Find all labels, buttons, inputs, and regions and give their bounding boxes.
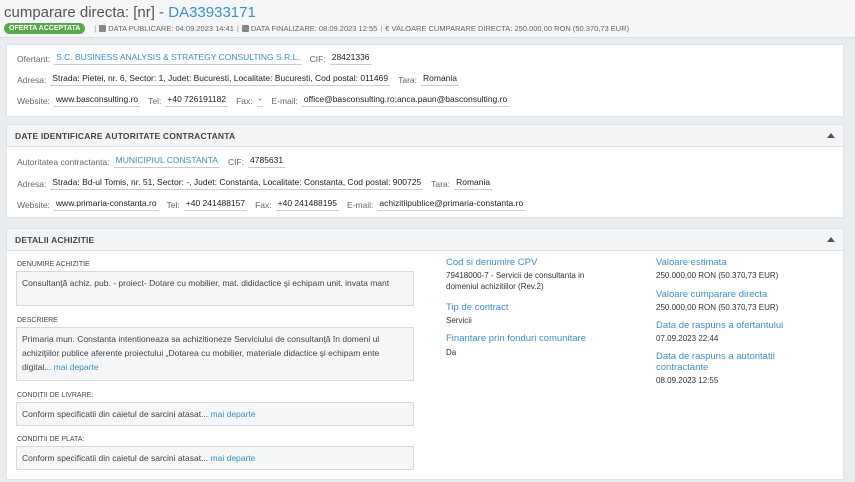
adresa-label: Adresa: bbox=[17, 178, 47, 189]
email-value: office@basconsulting.ro;anca.paun@bascon… bbox=[301, 94, 510, 107]
valoare-estimata-value: 250.000,00 RON (50.370,73 EUR) bbox=[656, 271, 779, 280]
raspuns-ofertant-value: 07.09.2023 22:44 bbox=[656, 334, 719, 343]
authority-row: Autoritatea contractanta: MUNICIPIUL CON… bbox=[17, 155, 293, 168]
fax-value: - bbox=[256, 94, 264, 107]
tel-value: +40 726191182 bbox=[165, 94, 229, 107]
tip-contract-label: Tip de contract bbox=[446, 302, 509, 313]
livrare-box: Conform specificatii din caietul de sarc… bbox=[16, 402, 414, 426]
denumire-value: Consultanţă achiz. pub. - proiect- Dotar… bbox=[22, 278, 390, 288]
final-date-label: DATA FINALIZARE: bbox=[250, 24, 317, 33]
website-label: Website: bbox=[17, 95, 50, 106]
ofertant-label: Ofertant: bbox=[17, 53, 51, 64]
offerer-contact-row: Website: www.basconsulting.ro Tel: +40 7… bbox=[17, 94, 517, 107]
plata-label: CONDITII DE PLATA: bbox=[17, 436, 85, 443]
adresa-value: Strada: Bd-ul Tomis, nr. 51, Sector: -, … bbox=[50, 177, 424, 190]
denumire-label: DENUMIRE ACHIZITIE bbox=[17, 261, 90, 268]
details-panel: DETALII ACHIZITIE DENUMIRE ACHIZITIE Con… bbox=[6, 228, 844, 480]
chevron-up-icon[interactable] bbox=[827, 133, 835, 138]
livrare-label: CONDITII DE LIVRARE: bbox=[17, 392, 94, 399]
valoare-estimata-label: Valoare estimata bbox=[656, 257, 727, 268]
fonduri-label: Finantare prin fonduri comunitare bbox=[446, 333, 586, 344]
autoritate-label: Autoritatea contractanta: bbox=[17, 156, 110, 167]
offerer-panel: Ofertant: S.C. BUSINESS ANALYSIS & STRAT… bbox=[6, 44, 844, 117]
cpv-label: Cod si denumire CPV bbox=[446, 257, 538, 268]
authority-address-row: Adresa: Strada: Bd-ul Tomis, nr. 51, Sec… bbox=[17, 177, 500, 190]
authority-section-title: DATE IDENTIFICARE AUTORITATE CONTRACTANT… bbox=[15, 130, 236, 141]
procedure-id-link[interactable]: DA33933171 bbox=[168, 4, 256, 21]
plata-box: Conform specificatii din caietul de sarc… bbox=[16, 446, 414, 470]
tel-label: Tel: bbox=[148, 95, 162, 106]
plata-value: Conform specificatii din caietul de sarc… bbox=[22, 453, 209, 463]
offerer-address-row: Adresa: Strada: Pietei, nr. 6, Sector: 1… bbox=[17, 73, 467, 86]
meta-separator: | bbox=[94, 24, 97, 33]
adresa-value: Strada: Pietei, nr. 6, Sector: 1, Judet:… bbox=[50, 73, 391, 86]
cif-value: 4785631 bbox=[248, 155, 286, 168]
publish-date-label: DATA PUBLICARE: bbox=[108, 24, 174, 33]
raspuns-autoritate-value: 08.09.2023 12:55 bbox=[656, 376, 719, 385]
tara-label: Tara: bbox=[431, 178, 451, 189]
denumire-box: Consultanţă achiz. pub. - proiect- Dotar… bbox=[16, 271, 414, 306]
final-date-value: 08.09.2023 12:55 bbox=[318, 24, 378, 33]
raspuns-autoritate-label: Data de raspuns a autoritatii contractan… bbox=[656, 351, 775, 373]
authority-panel: DATE IDENTIFICARE AUTORITATE CONTRACTANT… bbox=[6, 124, 844, 218]
livrare-more-link[interactable]: mai departe bbox=[211, 409, 256, 419]
meta-separator: | bbox=[236, 24, 239, 33]
tara-value: Romania bbox=[421, 73, 460, 86]
cif-label: CIF: bbox=[309, 53, 326, 64]
calendar-icon bbox=[99, 25, 107, 32]
livrare-value: Conform specificatii din caietul de sarc… bbox=[22, 409, 209, 419]
cif-label: CIF: bbox=[227, 156, 245, 167]
ofertant-link[interactable]: S.C. BUSINESS ANALYSIS & STRATEGY CONSUL… bbox=[54, 52, 302, 65]
publish-date-value: 04.09.2023 14:41 bbox=[175, 24, 234, 33]
direct-value-value: 250.000,00 RON (50.370,73 EUR) bbox=[514, 24, 630, 33]
authority-contact-row: Website: www.primaria-constanta.ro Tel: … bbox=[17, 198, 533, 211]
website-value: www.primaria-constanta.ro bbox=[53, 198, 159, 211]
offerer-row: Ofertant: S.C. BUSINESS ANALYSIS & STRAT… bbox=[17, 52, 380, 65]
email-label: E-mail: bbox=[346, 199, 374, 210]
tip-contract-value: Servicii bbox=[446, 316, 472, 325]
descriere-box: Primaria mun. Constanta intentioneaza sa… bbox=[16, 327, 414, 381]
cpv-value: 79418000-7 - Servicii de consultanta in … bbox=[446, 271, 585, 291]
autoritate-link[interactable]: MUNICIPIUL CONSTANTA bbox=[113, 155, 220, 168]
valoare-cumparare-value: 250.000,00 RON (50.370,73 EUR) bbox=[656, 303, 779, 312]
email-label: E-mail: bbox=[271, 95, 298, 106]
direct-value-label: VALOARE CUMPARARE DIRECTA: bbox=[391, 24, 513, 33]
calendar-icon bbox=[241, 25, 249, 32]
website-label: Website: bbox=[17, 199, 50, 210]
title-prefix: cumparare directa: [nr] - bbox=[4, 4, 169, 21]
fax-value: +40 241488195 bbox=[275, 198, 339, 211]
descriere-label: DESCRIERE bbox=[17, 317, 58, 324]
fonduri-value: Da bbox=[446, 348, 457, 357]
meta-separator: | bbox=[380, 24, 383, 33]
details-section-title: DETALII ACHIZITIE bbox=[15, 234, 95, 245]
fax-label: Fax: bbox=[236, 95, 253, 106]
raspuns-ofertant-label: Data de raspuns a ofertantului bbox=[656, 320, 784, 331]
tel-label: Tel: bbox=[166, 199, 180, 210]
tel-value: +40 241488157 bbox=[183, 198, 248, 211]
valoare-cumparare-label: Valoare cumparare directa bbox=[656, 289, 768, 300]
plata-more-link[interactable]: mai departe bbox=[211, 453, 256, 463]
page-title: cumparare directa: [nr] - DA33933171 bbox=[4, 4, 256, 21]
email-value: achizitiipublice@primaria-constanta.ro bbox=[377, 198, 526, 211]
cif-value: 28421336 bbox=[329, 52, 372, 65]
fax-label: Fax: bbox=[255, 199, 272, 210]
authority-panel-header[interactable]: DATE IDENTIFICARE AUTORITATE CONTRACTANT… bbox=[7, 125, 843, 147]
website-value: www.basconsulting.ro bbox=[53, 94, 141, 107]
tara-label: Tara: bbox=[398, 74, 417, 85]
header-meta: OFERTA ACCEPTATA | DATA PUBLICARE: 04.09… bbox=[4, 23, 629, 34]
tara-value: Romania bbox=[454, 177, 493, 190]
descriere-more-link[interactable]: mai departe bbox=[54, 362, 99, 372]
details-panel-header[interactable]: DETALII ACHIZITIE bbox=[7, 229, 843, 251]
chevron-up-icon[interactable] bbox=[827, 237, 835, 242]
page-header: cumparare directa: [nr] - DA33933171 OFE… bbox=[0, 0, 855, 38]
adresa-label: Adresa: bbox=[17, 74, 47, 85]
status-badge: OFERTA ACCEPTATA bbox=[4, 23, 86, 34]
